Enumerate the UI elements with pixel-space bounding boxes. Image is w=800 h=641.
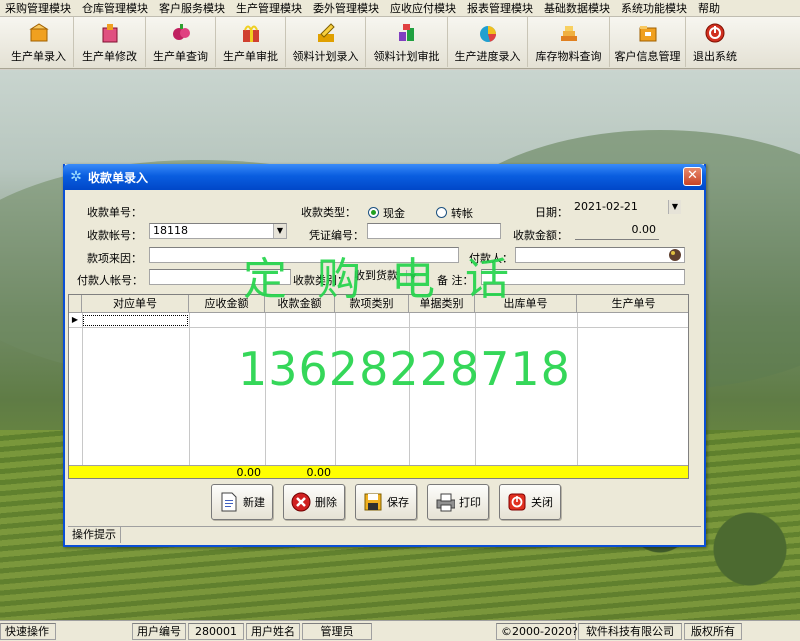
date-label: 日期：: [535, 206, 568, 219]
watermark-phone-number: 13628228718: [238, 342, 571, 396]
company-name: 软件科技有限公司: [578, 622, 682, 640]
grid-active-cell[interactable]: [83, 315, 188, 326]
rights-text: 版权所有: [684, 622, 742, 640]
menu-customer-service[interactable]: 客户服务模块: [154, 0, 231, 17]
user-name-value: 管理员: [302, 622, 372, 640]
user-name-label: 用户姓名: [246, 622, 300, 640]
quick-operation[interactable]: 快速操作: [0, 622, 56, 640]
printer-icon: [435, 492, 455, 512]
voucher-label: 凭证编号：: [309, 229, 364, 242]
receipt-type-label: 收款类型：: [301, 206, 356, 219]
toolbar-production-query-button[interactable]: 生产单查询: [146, 17, 216, 67]
menu-purchase[interactable]: 采购管理模块: [0, 0, 77, 17]
gift-icon: [240, 22, 262, 44]
amount-input[interactable]: 0.00: [575, 223, 659, 239]
toolbar-exit-button[interactable]: 退出系统: [686, 17, 744, 67]
search-fruit-icon: [170, 22, 192, 44]
box-edit-icon: [99, 22, 121, 44]
transfer-radio[interactable]: [436, 207, 447, 218]
date-value: 2021-02-21: [574, 200, 638, 213]
delete-button[interactable]: 删除: [283, 484, 345, 520]
save-disk-icon: [363, 492, 383, 512]
copyright-text: ©2000-2020?: [496, 622, 578, 640]
transfer-radio-label: 转帐: [451, 207, 473, 220]
dialog-close-icon[interactable]: ✕: [683, 167, 702, 186]
grid-total-row: 0.00 0.00: [69, 465, 688, 479]
menu-help[interactable]: 帮助: [693, 0, 726, 17]
toolbar-production-entry-button[interactable]: 生产单录入: [4, 17, 74, 67]
blocks-icon: [396, 22, 418, 44]
user-no-label: 用户编号: [132, 622, 186, 640]
toolbar: 生产单录入 生产单修改 生产单查询 生产单审批 领料计划录入 领料计划审批 生产…: [0, 17, 800, 69]
toolbar-material-plan-entry-button[interactable]: 领料计划录入: [286, 17, 366, 67]
menu-reports[interactable]: 报表管理模块: [462, 0, 539, 17]
new-button[interactable]: 新建: [211, 484, 273, 520]
cash-radio-label: 现金: [383, 207, 405, 220]
stack-icon: [558, 22, 580, 44]
row-selector-icon[interactable]: ▶: [69, 313, 81, 327]
app-star-icon: ✲: [70, 169, 82, 185]
receipt-no-label: 收款单号：: [87, 206, 142, 219]
toolbar-progress-entry-button[interactable]: 生产进度录入: [448, 17, 528, 67]
dialog-title-bar[interactable]: ✲ 收款单录入 ✕: [63, 164, 706, 190]
source-label: 款项来因：: [87, 252, 142, 265]
watermark-order-phone-label: 定购电话: [243, 254, 539, 305]
dialog-title: 收款单录入: [88, 170, 149, 185]
menu-system[interactable]: 系统功能模块: [616, 0, 693, 17]
total-receivable: 0.00: [236, 466, 262, 479]
print-button[interactable]: 打印: [427, 484, 489, 520]
toolbar-production-edit-button[interactable]: 生产单修改: [74, 17, 146, 67]
menu-base-data[interactable]: 基础数据模块: [539, 0, 616, 17]
account-value: 18118: [153, 224, 188, 237]
col-order-no[interactable]: 对应单号: [82, 295, 189, 313]
pencil-icon: [315, 22, 337, 44]
chart-icon: [477, 22, 499, 44]
payer-account-label: 付款人帐号：: [77, 274, 143, 287]
toolbar-customer-info-button[interactable]: 客户信息管理: [610, 17, 686, 67]
payer-input[interactable]: [515, 247, 685, 263]
operation-hint-label: 操作提示: [68, 527, 121, 543]
menu-receivable-payable[interactable]: 应收应付模块: [385, 0, 462, 17]
date-picker[interactable]: 2021-02-21 ▼: [571, 200, 681, 216]
delete-x-icon: [291, 492, 311, 512]
power-icon: [704, 22, 726, 44]
new-doc-icon: [219, 492, 239, 512]
amount-label: 收款金额：: [513, 229, 568, 242]
toolbar-material-plan-approve-button[interactable]: 领料计划审批: [366, 17, 448, 67]
account-label: 收款帐号：: [87, 229, 142, 242]
save-button[interactable]: 保存: [355, 484, 417, 520]
cash-radio[interactable]: [368, 207, 379, 218]
close-power-icon: [507, 492, 527, 512]
account-select[interactable]: 18118 ▼: [149, 223, 287, 239]
total-received: 0.00: [306, 466, 332, 479]
menu-warehouse[interactable]: 仓库管理模块: [77, 0, 154, 17]
status-bar: 快速操作 用户编号 280001 用户姓名 管理员 ©2000-2020? 软件…: [0, 620, 800, 641]
operation-hint-bar: 操作提示: [68, 526, 701, 543]
folder-icon: [637, 22, 659, 44]
col-production-no[interactable]: 生产单号: [577, 295, 688, 313]
user-no-value: 280001: [188, 622, 244, 640]
box-icon: [28, 22, 50, 44]
toolbar-inventory-query-button[interactable]: 库存物料查询: [528, 17, 610, 67]
menu-bar: 采购管理模块 仓库管理模块 客户服务模块 生产管理模块 委外管理模块 应收应付模…: [0, 0, 800, 17]
toolbar-production-approve-button[interactable]: 生产单审批: [216, 17, 286, 67]
menu-production[interactable]: 生产管理模块: [231, 0, 308, 17]
menu-outsourcing[interactable]: 委外管理模块: [308, 0, 385, 17]
payer-lookup-icon[interactable]: [668, 248, 682, 262]
date-dropdown-icon[interactable]: ▼: [668, 200, 681, 214]
account-dropdown-icon[interactable]: ▼: [273, 224, 286, 238]
voucher-input[interactable]: [367, 223, 501, 239]
close-button[interactable]: 关闭: [499, 484, 561, 520]
amount-value: 0.00: [631, 223, 657, 236]
